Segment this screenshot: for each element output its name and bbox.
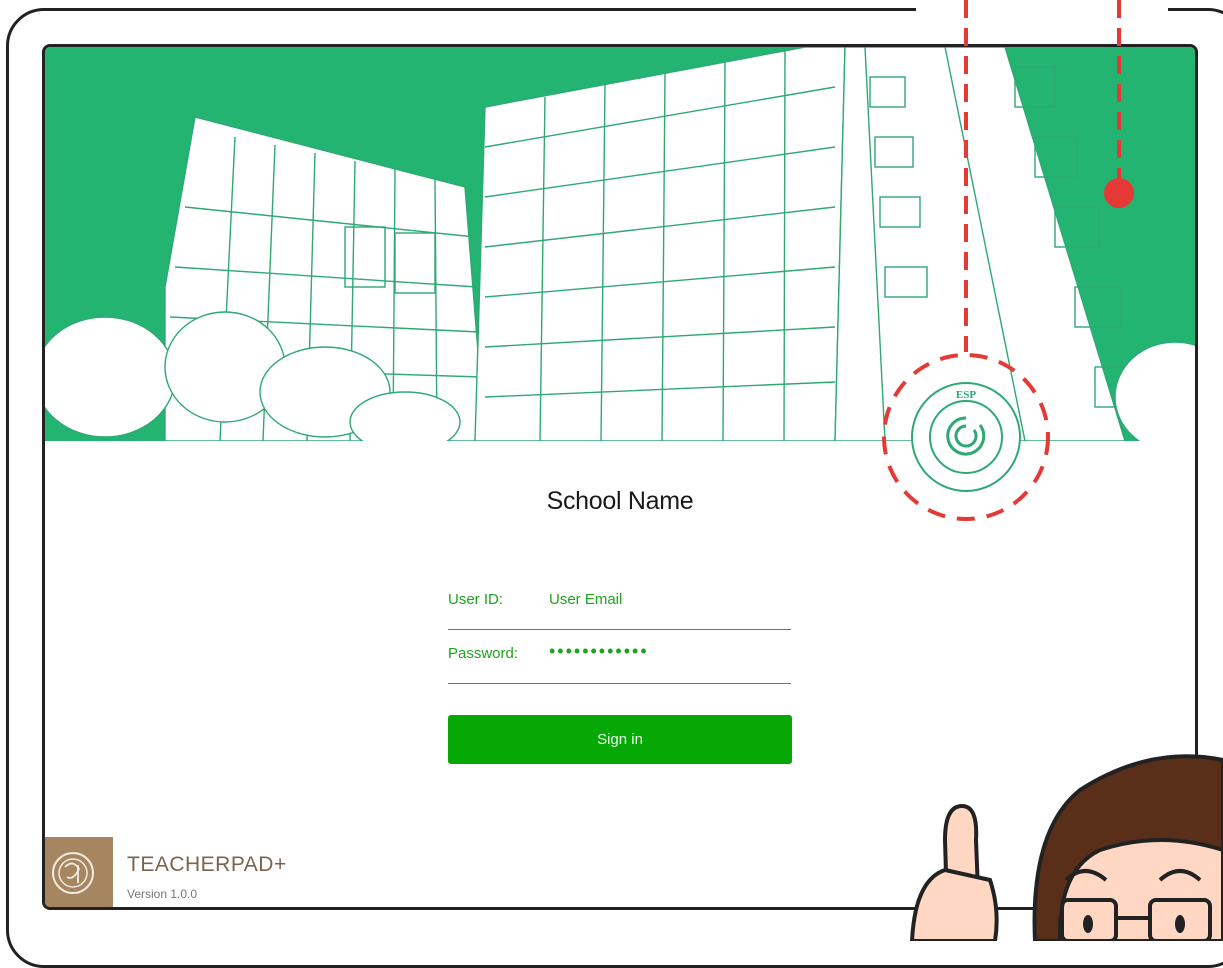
badge-center-text: ESP [956,389,976,401]
annotation-overlay: ESP [882,0,1223,941]
callout-dot [1104,178,1134,208]
esp-badge-icon: ESP [882,353,1050,521]
teacher-cartoon [909,754,1223,941]
